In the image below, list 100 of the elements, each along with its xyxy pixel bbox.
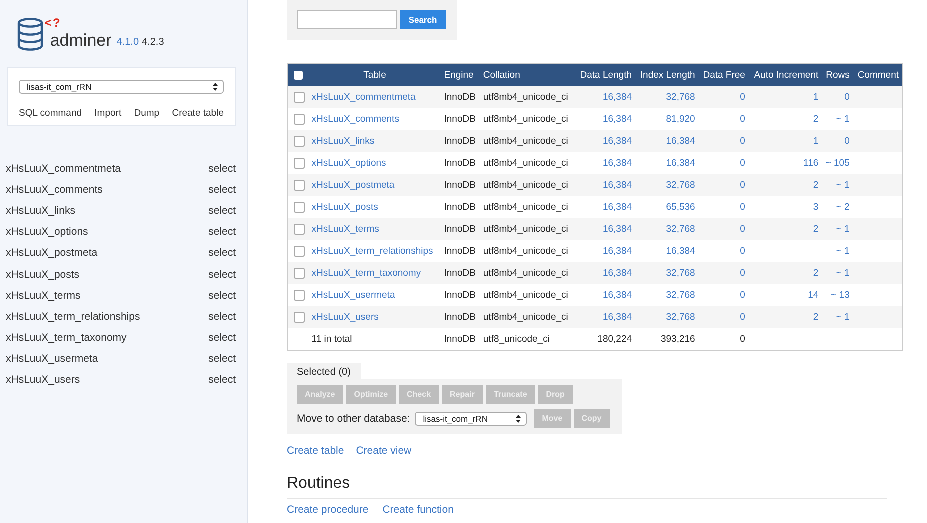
- value-link[interactable]: 116: [803, 158, 819, 168]
- value-link[interactable]: 0: [740, 268, 746, 278]
- row-checkbox[interactable]: [294, 268, 305, 278]
- value-link[interactable]: 1: [813, 92, 819, 102]
- value-link[interactable]: 16,384: [666, 158, 696, 168]
- create-link[interactable]: Create function: [382, 504, 454, 516]
- value-link[interactable]: 1: [813, 136, 819, 146]
- select-link[interactable]: select: [208, 184, 236, 196]
- table-link[interactable]: xHsLuuX_term_relationships: [312, 246, 434, 256]
- selected-legend: Selected (0): [287, 363, 361, 380]
- table-cell: InnoDB: [444, 136, 476, 146]
- row-checkbox[interactable]: [294, 312, 305, 322]
- select-link[interactable]: select: [208, 374, 236, 386]
- select-link[interactable]: select: [208, 268, 236, 281]
- row-checkbox[interactable]: [294, 136, 305, 146]
- row-checkbox[interactable]: [294, 158, 305, 168]
- value-link[interactable]: 16,384: [602, 290, 632, 300]
- database-select[interactable]: lisas-it_com_rRN: [415, 412, 528, 426]
- create-link[interactable]: Create view: [356, 445, 412, 457]
- search-button[interactable]: Search: [400, 10, 446, 29]
- value-link[interactable]: ~ 1: [836, 246, 850, 256]
- select-link[interactable]: select: [208, 162, 236, 175]
- value-link[interactable]: 2: [813, 268, 819, 278]
- value-link[interactable]: 0: [844, 92, 850, 102]
- table-name-link[interactable]: xHsLuuX_commentmeta: [6, 162, 121, 175]
- value-link[interactable]: 0: [740, 224, 746, 234]
- row-checkbox[interactable]: [294, 224, 305, 234]
- value-link[interactable]: 32,768: [666, 290, 696, 300]
- sidebar-link[interactable]: SQL command: [19, 108, 82, 119]
- table-name-link[interactable]: xHsLuuX_term_taxonomy: [6, 332, 127, 344]
- value-link[interactable]: ~ 13: [831, 290, 850, 300]
- table-cell: InnoDB: [444, 158, 476, 168]
- select-all-checkbox[interactable]: [294, 70, 303, 80]
- table-name-link[interactable]: xHsLuuX_postmeta: [6, 247, 98, 260]
- row-checkbox[interactable]: [294, 114, 305, 124]
- database-select[interactable]: lisas-it_com_rRN: [19, 80, 224, 94]
- select-link[interactable]: select: [208, 290, 236, 302]
- value-link[interactable]: ~ 2: [836, 202, 850, 212]
- value-link[interactable]: 16,384: [602, 114, 632, 124]
- column-header: Engine: [444, 70, 474, 80]
- value-link[interactable]: 0: [740, 180, 746, 190]
- create-link[interactable]: Create table: [287, 445, 344, 457]
- sidebar-link[interactable]: Create table: [172, 108, 224, 119]
- value-link[interactable]: 16,384: [602, 158, 632, 168]
- select-link[interactable]: select: [208, 204, 236, 217]
- create-link[interactable]: Create procedure: [287, 504, 369, 516]
- table-name-link[interactable]: xHsLuuX_users: [6, 374, 80, 386]
- value-link[interactable]: 2: [813, 224, 819, 234]
- value-link[interactable]: 14: [808, 290, 819, 300]
- select-link[interactable]: select: [208, 332, 236, 344]
- row-checkbox[interactable]: [294, 246, 305, 256]
- value-link[interactable]: 0: [740, 92, 746, 102]
- value-link[interactable]: 0: [740, 114, 746, 124]
- row-checkbox[interactable]: [294, 92, 305, 102]
- row-checkbox[interactable]: [294, 180, 305, 190]
- value-link[interactable]: 0: [844, 136, 850, 146]
- value-link[interactable]: 0: [740, 290, 746, 300]
- table-name-link[interactable]: xHsLuuX_comments: [6, 184, 103, 196]
- row-checkbox[interactable]: [294, 290, 305, 300]
- value-link[interactable]: 0: [740, 136, 746, 146]
- value-link[interactable]: 3: [813, 202, 819, 212]
- table-name-link[interactable]: xHsLuuX_term_relationships: [6, 310, 140, 323]
- value-link[interactable]: ~ 105: [826, 158, 850, 168]
- value-link[interactable]: 0: [740, 158, 746, 168]
- value-link[interactable]: ~ 1: [836, 114, 850, 124]
- table-name-link[interactable]: xHsLuuX_terms: [6, 290, 81, 302]
- version-link[interactable]: 4.1.0: [116, 37, 140, 48]
- table-link[interactable]: xHsLuuX_comments: [312, 114, 400, 124]
- value-link[interactable]: 2: [813, 114, 819, 124]
- row-checkbox[interactable]: [294, 202, 305, 212]
- select-link[interactable]: select: [208, 310, 236, 323]
- value-link[interactable]: 2: [813, 180, 819, 190]
- table-name-link[interactable]: xHsLuuX_options: [6, 226, 88, 238]
- table-name-link[interactable]: xHsLuuX_posts: [6, 268, 80, 281]
- table-cell: InnoDB: [444, 224, 476, 234]
- sidebar-link[interactable]: Import: [94, 108, 122, 119]
- table-cell: 0: [740, 334, 746, 344]
- table-name-link[interactable]: xHsLuuX_links: [6, 204, 76, 217]
- sidebar-link[interactable]: Dump: [134, 108, 160, 119]
- select-link[interactable]: select: [208, 247, 236, 260]
- search-field[interactable]: [297, 10, 397, 29]
- table-cell: utf8mb4_unicode_ci: [483, 114, 568, 124]
- value-link[interactable]: 0: [740, 202, 746, 212]
- value-link[interactable]: 16,384: [602, 246, 632, 256]
- value-link[interactable]: 0: [740, 246, 746, 256]
- value-link[interactable]: 16,384: [666, 246, 696, 256]
- table-name-link[interactable]: xHsLuuX_usermeta: [6, 353, 98, 366]
- select-link[interactable]: select: [208, 353, 236, 366]
- table-cell: utf8mb4_unicode_ci: [483, 158, 568, 168]
- value-link[interactable]: 16,384: [602, 202, 632, 212]
- value-link[interactable]: 0: [740, 312, 746, 322]
- value-link[interactable]: 81,920: [666, 114, 696, 124]
- column-header: Data Free: [703, 70, 746, 80]
- table-link[interactable]: xHsLuuX_usermeta: [312, 290, 396, 300]
- value-link[interactable]: 2: [813, 312, 819, 322]
- database-icon: [17, 18, 44, 51]
- select-link[interactable]: select: [208, 226, 236, 238]
- table-link[interactable]: xHsLuuX_options: [312, 158, 386, 168]
- table-link[interactable]: xHsLuuX_posts: [312, 202, 378, 212]
- value-link[interactable]: 65,536: [666, 202, 696, 212]
